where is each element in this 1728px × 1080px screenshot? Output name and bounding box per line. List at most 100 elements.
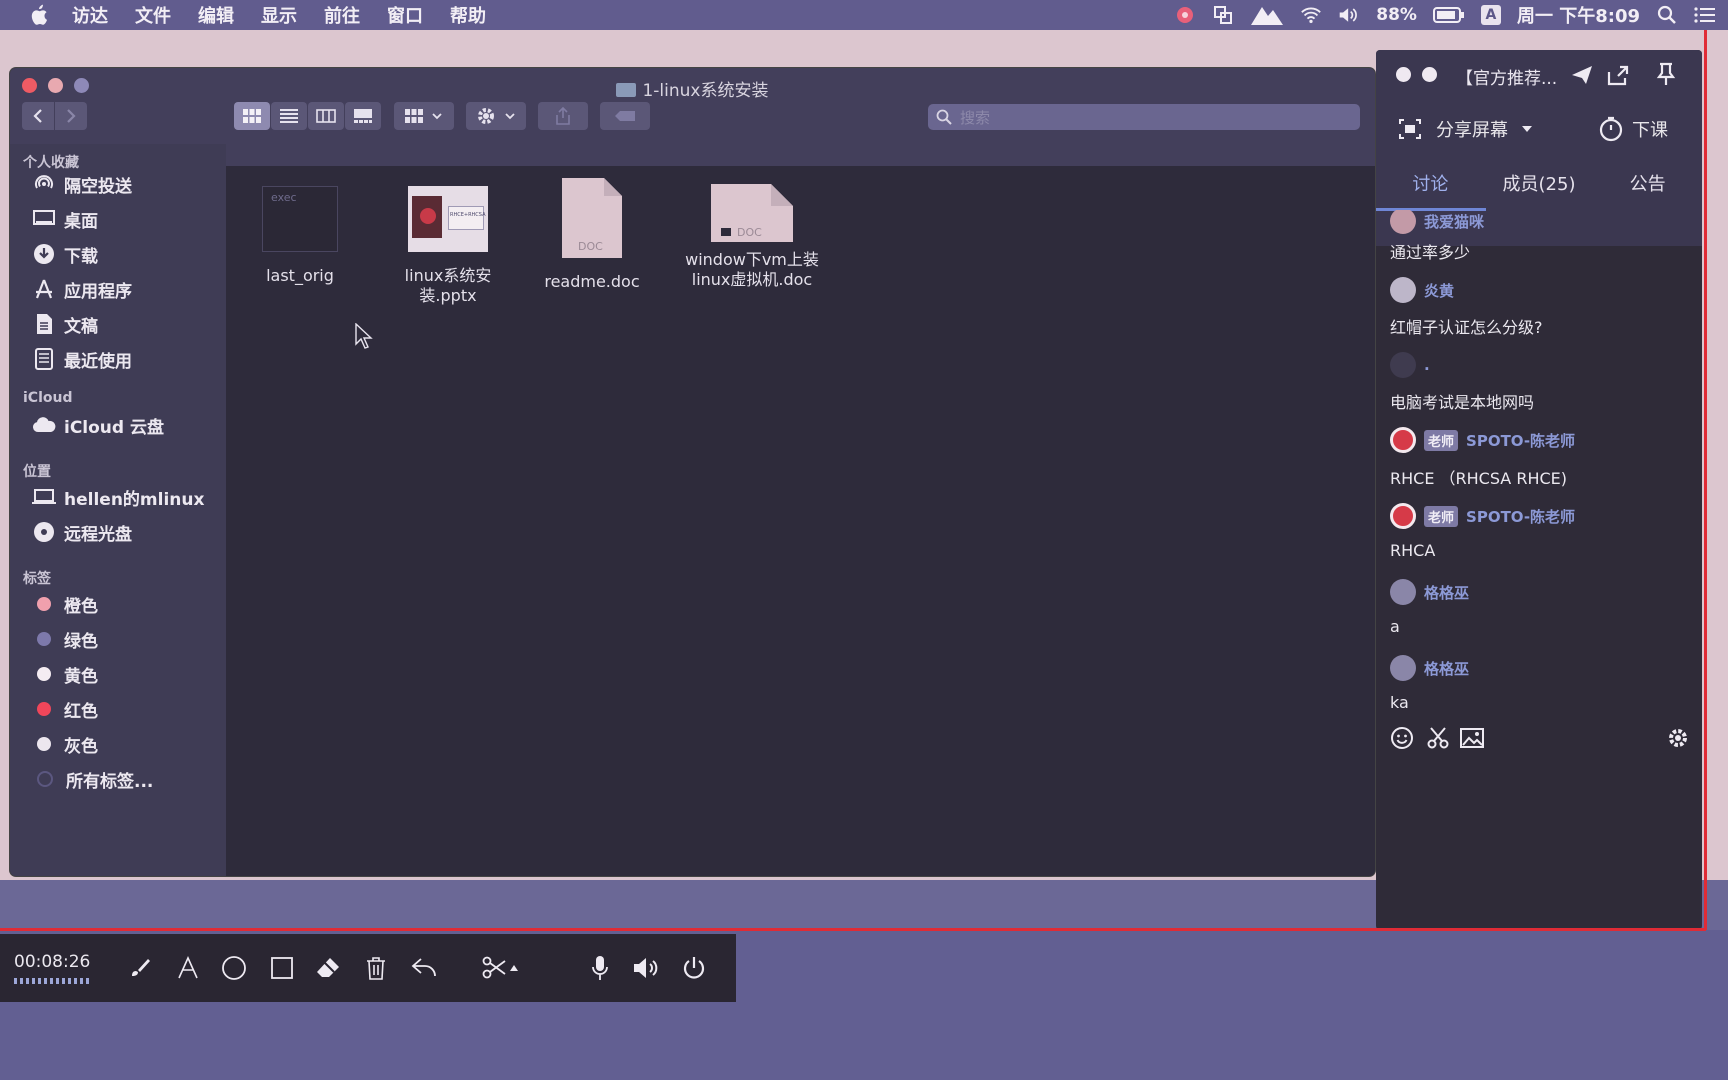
file-item[interactable]: exec last_orig — [220, 186, 380, 286]
menu-view[interactable]: 显示 — [261, 2, 297, 28]
scissors-tool-button[interactable] — [480, 954, 520, 982]
tag-color-dot — [37, 597, 51, 611]
window-switch-icon[interactable] — [1212, 4, 1234, 26]
action-menu-button[interactable] — [466, 102, 526, 130]
icon-view-button[interactable] — [234, 102, 270, 130]
clear-button[interactable] — [362, 954, 390, 982]
sidebar-tag-orange[interactable]: 橙色 — [32, 589, 98, 619]
gallery-view-button[interactable] — [345, 102, 381, 130]
circle-icon — [222, 956, 246, 980]
speaker-button[interactable] — [632, 954, 660, 982]
avatar — [1390, 277, 1416, 303]
text-tool-button[interactable] — [174, 954, 202, 982]
menu-edit[interactable]: 编辑 — [198, 2, 234, 28]
sidebar-tag-red[interactable]: 红色 — [32, 694, 98, 724]
ellipse-tool-button[interactable] — [220, 954, 248, 982]
undo-button[interactable] — [410, 954, 438, 982]
sender-name: 我爱猫咪 — [1424, 212, 1485, 231]
tab-announcements[interactable]: 公告 — [1593, 170, 1702, 210]
sidebar-item-label: 橙色 — [64, 596, 98, 617]
menu-help[interactable]: 帮助 — [450, 2, 486, 28]
doc-file-icon: DOC — [711, 184, 793, 242]
menubar-clock[interactable]: 周一 下午8:09 — [1517, 2, 1640, 28]
apple-icon[interactable] — [28, 4, 48, 26]
chevron-left-icon — [33, 109, 42, 123]
list-view-button[interactable] — [271, 102, 307, 130]
chat-close-button[interactable] — [1396, 67, 1411, 82]
spotlight-search-icon[interactable] — [1656, 4, 1678, 26]
documents-icon — [32, 312, 56, 336]
sidebar-item-computer[interactable]: hellen的mlinux — [32, 482, 204, 512]
menu-window[interactable]: 窗口 — [387, 2, 423, 28]
chat-minimize-button[interactable] — [1422, 67, 1437, 82]
power-button[interactable] — [680, 954, 708, 982]
share-button[interactable] — [538, 102, 588, 130]
input-method-icon[interactable]: A — [1480, 5, 1501, 25]
sidebar-item-downloads[interactable]: 下载 — [32, 239, 98, 269]
search-field[interactable]: 搜索 — [928, 104, 1360, 130]
finder-window: 1-linux系统安装 搜索 个人收藏 隔空投送 桌面 下载 应用程序 文稿 最… — [10, 68, 1375, 876]
message-header: . — [1390, 352, 1430, 378]
sidebar-item-remote-disc[interactable]: 远程光盘 — [32, 517, 132, 547]
file-item[interactable]: DOC window下vm上装 linux虚拟机.doc — [672, 184, 832, 290]
tag-icon — [615, 111, 635, 121]
file-item[interactable]: DOC readme.doc — [512, 178, 672, 292]
rectangle-tool-button[interactable] — [268, 954, 296, 982]
folder-icon — [616, 83, 637, 97]
pin-icon[interactable] — [1656, 62, 1676, 86]
column-view-button[interactable] — [308, 102, 344, 130]
menu-go[interactable]: 前往 — [324, 2, 360, 28]
sidebar-item-desktop[interactable]: 桌面 — [32, 204, 98, 234]
scissors-icon[interactable] — [1426, 726, 1450, 750]
sidebar-tag-gray[interactable]: 灰色 — [32, 729, 98, 759]
file-item[interactable]: RHCE+RHCSA linux系统安 装.pptx — [368, 186, 528, 306]
caret-down-icon — [1522, 126, 1532, 132]
flower-app-icon[interactable] — [1174, 4, 1196, 26]
mountain-app-icon[interactable] — [1250, 4, 1284, 26]
menu-finder[interactable]: 访达 — [72, 2, 108, 28]
message-text: 红帽子认证怎么分级? — [1390, 318, 1543, 337]
share-out-icon[interactable] — [1606, 64, 1630, 86]
screen-recorder-toolbar: 00:08:26 — [0, 934, 736, 1002]
notification-center-icon[interactable] — [1694, 4, 1716, 26]
tab-discussion[interactable]: 讨论 — [1376, 170, 1485, 210]
tag-color-dot — [37, 737, 51, 751]
share-screen-button[interactable]: 分享屏幕 — [1436, 116, 1532, 142]
wifi-icon[interactable] — [1300, 4, 1322, 26]
sidebar-item-icloud-drive[interactable]: iCloud 云盘 — [32, 410, 164, 440]
sidebar-item-recents[interactable]: 最近使用 — [32, 344, 132, 374]
window-title: 1-linux系统安装 — [10, 76, 1375, 101]
sidebar-item-airdrop[interactable]: 隔空投送 — [32, 169, 132, 199]
sidebar-tag-green[interactable]: 绿色 — [32, 624, 98, 654]
sidebar-item-documents[interactable]: 文稿 — [32, 309, 98, 339]
send-plane-icon[interactable] — [1570, 64, 1594, 86]
battery-icon[interactable] — [1432, 4, 1465, 26]
back-button[interactable] — [22, 102, 54, 130]
emoji-icon[interactable] — [1390, 726, 1414, 750]
sender-name: 格格巫 — [1424, 583, 1470, 602]
sidebar-item-label: iCloud 云盘 — [64, 417, 164, 438]
teacher-badge: 老师 — [1424, 505, 1459, 527]
file-area: exec last_orig RHCE+RHCSA linux系统安 装.pptx… — [226, 166, 1375, 876]
tab-members[interactable]: 成员(25) — [1485, 170, 1594, 210]
sidebar-tag-yellow[interactable]: 黄色 — [32, 659, 98, 689]
menu-file[interactable]: 文件 — [135, 2, 171, 28]
settings-gear-icon[interactable] — [1666, 726, 1690, 750]
tag-color-dot — [37, 632, 51, 646]
microphone-button[interactable] — [586, 954, 614, 982]
tags-button[interactable] — [600, 102, 650, 130]
microphone-icon — [592, 956, 608, 980]
group-by-button[interactable] — [394, 102, 454, 130]
forward-button[interactable] — [55, 102, 87, 130]
sidebar-all-tags[interactable]: 所有标签... — [32, 764, 153, 794]
image-icon[interactable] — [1460, 727, 1484, 749]
end-class-button[interactable]: 下课 — [1598, 116, 1668, 142]
chat-message-list[interactable]: 我爱猫咪 通过率多少 炎黄 红帽子认证怎么分级? . 电脑考试是本地网吗 老师 … — [1376, 210, 1702, 750]
eraser-tool-button[interactable] — [314, 954, 342, 982]
sidebar-item-applications[interactable]: 应用程序 — [32, 274, 132, 304]
screen-share-icon — [1399, 119, 1421, 139]
stopwatch-icon — [1599, 116, 1623, 142]
brush-tool-button[interactable] — [126, 954, 154, 982]
chevron-down-icon — [505, 113, 515, 120]
volume-icon[interactable] — [1338, 4, 1360, 26]
